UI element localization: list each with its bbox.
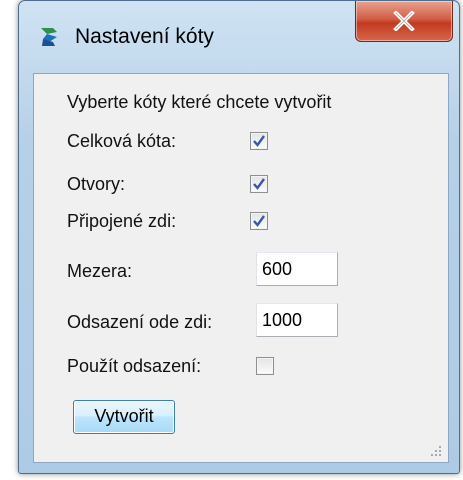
total-dimension-checkbox[interactable]	[250, 132, 268, 150]
connected-walls-checkbox[interactable]	[250, 212, 268, 230]
close-button[interactable]	[355, 1, 453, 42]
app-logo-icon	[37, 25, 61, 49]
titlebar[interactable]: Nastavení kóty	[19, 1, 459, 73]
spacing-input[interactable]: 600	[256, 252, 338, 286]
checkmark-icon	[253, 178, 265, 190]
openings-checkbox[interactable]	[250, 175, 268, 193]
openings-label: Otvory:	[67, 174, 126, 194]
dialog-window: Nastavení kóty Vyberte kóty které chcete…	[18, 0, 460, 474]
total-dimension-label: Celková kóta:	[67, 131, 177, 151]
spacing-label: Mezera:	[67, 261, 133, 281]
wall-offset-input[interactable]: 1000	[256, 303, 338, 337]
checkmark-icon	[253, 215, 265, 227]
wall-offset-label: Odsazení ode zdi:	[67, 312, 213, 332]
checkmark-icon	[253, 135, 265, 147]
window-title: Nastavení kóty	[75, 25, 214, 48]
connected-walls-label: Připojené zdi:	[67, 211, 177, 231]
resize-grip-icon[interactable]	[430, 444, 442, 456]
close-icon	[393, 11, 415, 31]
instruction-text: Vyberte kóty které chcete vytvořit	[67, 92, 332, 112]
use-offset-checkbox[interactable]	[256, 357, 274, 375]
dialog-content: Vyberte kóty které chcete vytvořit Celko…	[33, 73, 449, 463]
create-button[interactable]: Vytvořit	[73, 400, 175, 434]
use-offset-label: Použít odsazení:	[67, 356, 202, 376]
